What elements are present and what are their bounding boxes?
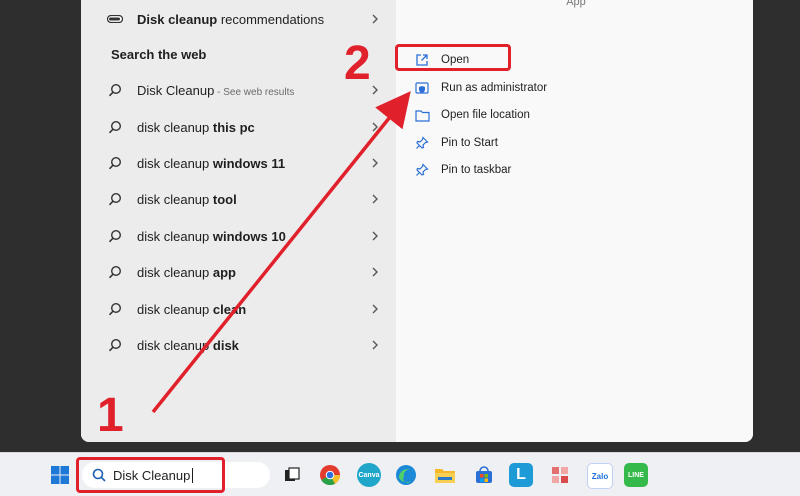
step-number-2: 2 bbox=[344, 37, 371, 90]
line-icon[interactable]: LINE bbox=[624, 463, 648, 487]
action-label: Open file location bbox=[441, 109, 530, 121]
chevron-right-icon bbox=[369, 339, 381, 351]
chevron-right-icon bbox=[369, 193, 381, 205]
web-result-item[interactable]: disk cleanup disk bbox=[105, 331, 381, 359]
zalo-icon[interactable]: Zalo bbox=[587, 463, 613, 489]
web-result-label: disk cleanup windows 11 bbox=[137, 155, 286, 171]
web-result-item[interactable]: disk cleanup this pc bbox=[105, 113, 381, 141]
windows-start-icon[interactable] bbox=[48, 463, 72, 487]
chevron-right-icon bbox=[369, 230, 381, 242]
search-icon bbox=[105, 226, 125, 246]
chevron-right-icon bbox=[369, 121, 381, 133]
web-result-item[interactable]: Disk Cleanup - See web results bbox=[105, 76, 381, 104]
result-label: Disk cleanup recommendations bbox=[137, 11, 325, 27]
shield-admin-icon bbox=[414, 80, 430, 96]
search-icon bbox=[105, 153, 125, 173]
chevron-right-icon bbox=[369, 13, 381, 25]
recommendation-result[interactable]: Disk cleanup recommendations bbox=[105, 5, 381, 33]
search-icon bbox=[105, 80, 125, 100]
microsoft-store-icon[interactable] bbox=[472, 463, 496, 487]
chevron-right-icon bbox=[369, 266, 381, 278]
pin-icon bbox=[414, 135, 430, 151]
chevron-right-icon bbox=[369, 157, 381, 169]
web-result-label: disk cleanup tool bbox=[137, 191, 237, 207]
action-pin-to-start[interactable]: Pin to Start bbox=[414, 130, 498, 156]
web-result-item[interactable]: disk cleanup clean bbox=[105, 295, 381, 323]
action-run-as-administrator[interactable]: Run as administrator bbox=[414, 75, 547, 101]
edge-icon[interactable] bbox=[394, 463, 418, 487]
l-app-icon[interactable]: L bbox=[509, 463, 533, 487]
app-type-label: App bbox=[566, 0, 586, 8]
section-title: Search the web bbox=[111, 47, 207, 62]
chrome-icon[interactable] bbox=[318, 463, 342, 487]
file-explorer-icon[interactable] bbox=[433, 463, 457, 487]
toggle-icon bbox=[105, 9, 125, 29]
action-label: Run as administrator bbox=[441, 82, 548, 94]
search-highlight-box bbox=[76, 457, 225, 493]
web-result-label: Disk Cleanup - See web results bbox=[137, 82, 295, 98]
action-pin-to-taskbar[interactable]: Pin to taskbar bbox=[414, 157, 511, 183]
chevron-right-icon bbox=[369, 303, 381, 315]
web-result-label: disk cleanup clean bbox=[137, 301, 247, 317]
canva-icon[interactable]: Canva bbox=[357, 463, 381, 487]
web-result-label: disk cleanup disk bbox=[137, 337, 239, 353]
open-highlight-box bbox=[395, 44, 511, 71]
grid-app-icon[interactable] bbox=[548, 463, 572, 487]
action-open-file-location[interactable]: Open file location bbox=[414, 102, 530, 128]
search-icon bbox=[105, 262, 125, 282]
search-icon bbox=[105, 299, 125, 319]
step-number-1: 1 bbox=[97, 389, 124, 442]
search-icon bbox=[105, 335, 125, 355]
web-result-label: disk cleanup windows 10 bbox=[137, 228, 286, 244]
web-result-item[interactable]: disk cleanup tool bbox=[105, 185, 381, 213]
web-result-label: disk cleanup app bbox=[137, 264, 237, 280]
chevron-right-icon bbox=[369, 84, 381, 96]
web-result-item[interactable]: disk cleanup app bbox=[105, 258, 381, 286]
web-result-label: disk cleanup this pc bbox=[137, 119, 255, 135]
web-result-item[interactable]: disk cleanup windows 11 bbox=[105, 149, 381, 177]
search-icon bbox=[105, 117, 125, 137]
search-icon bbox=[105, 189, 125, 209]
pin-icon bbox=[414, 162, 430, 178]
action-label: Pin to Start bbox=[441, 137, 498, 149]
web-result-item[interactable]: disk cleanup windows 10 bbox=[105, 222, 381, 250]
task-view-icon[interactable] bbox=[280, 463, 304, 487]
action-label: Pin to taskbar bbox=[441, 164, 512, 176]
folder-icon bbox=[414, 107, 430, 123]
